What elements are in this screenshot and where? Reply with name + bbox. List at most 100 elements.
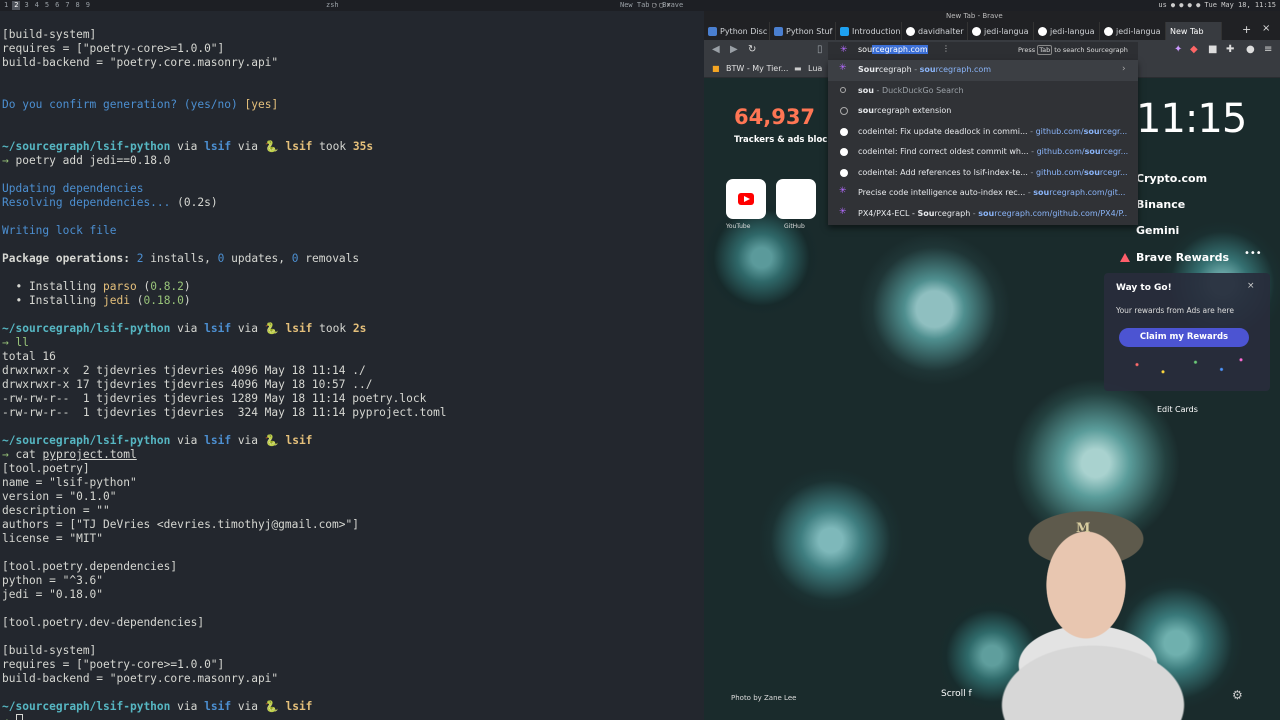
terminal-line: Do you confirm generation? (yes/no) [yes… [2, 98, 447, 112]
omnibox-suggestion[interactable]: ✳ Sourcegraph - sourcegraph.com › [828, 60, 1138, 81]
chevron-right-icon[interactable]: › [1122, 64, 1126, 74]
close-icon[interactable]: ✕ [666, 1, 670, 10]
suggestion-url-part: rcegraph.com/git... [1049, 188, 1126, 197]
suggestion-url-part: rcegr... [1099, 126, 1128, 136]
extensions-puzzle-icon[interactable]: ✚ [1226, 44, 1234, 55]
browser-tab[interactable]: jedi-langua [1100, 22, 1166, 40]
menu-icon[interactable]: ≡ [1264, 44, 1272, 55]
address-bar[interactable]: ✳ sourcegraph.com ⋮ Press Tab to search … [828, 42, 1138, 60]
extension-icon[interactable]: ◆ [1190, 44, 1198, 55]
workspace-3[interactable]: 3 [22, 1, 30, 10]
workspace-5[interactable]: 5 [43, 1, 51, 10]
back-icon[interactable]: ◀ [712, 44, 720, 55]
workspace-8[interactable]: 8 [74, 1, 82, 10]
workspace-1[interactable]: 1 [2, 1, 10, 10]
card-close-button[interactable]: × [1247, 281, 1255, 291]
bookmark-favicon: ■ [712, 64, 720, 73]
suggestion-match: sou [858, 85, 874, 95]
prompt-duration: 2s [352, 322, 367, 335]
rewards-menu-button[interactable]: ••• [1244, 248, 1262, 259]
reload-icon[interactable]: ↻ [748, 44, 756, 55]
browser-tab[interactable]: Python Disc [704, 22, 770, 40]
extension-icon[interactable]: ■ [1208, 44, 1217, 55]
claim-rewards-button[interactable]: Claim my Rewards [1119, 328, 1249, 347]
browser-tab[interactable]: davidhalter [902, 22, 968, 40]
tab-label: jedi-langua [1116, 26, 1161, 36]
prompt-took: took [319, 322, 347, 335]
workspace-9[interactable]: 9 [84, 1, 92, 10]
address-input-text[interactable]: sourcegraph.com [858, 45, 928, 54]
omnibox-suggestion[interactable]: sou - DuckDuckGo Search [828, 81, 1138, 102]
suggestion-separator: - [911, 65, 920, 74]
command-line: → ll [2, 336, 447, 350]
suggestion-separator: - [1027, 167, 1036, 177]
profile-icon[interactable]: ● [1246, 44, 1255, 55]
edit-cards-button[interactable]: Edit Cards [1157, 405, 1198, 414]
bookmark-item[interactable]: Lua [808, 64, 822, 73]
terminal-line: requires = ["poetry-core>=1.0.0"] [2, 658, 225, 671]
omnibox-suggestion[interactable]: codeintel: Find correct oldest commit wh… [828, 142, 1138, 163]
tab-list: Python Disc Python Stuf Introduction davidh… [704, 22, 1222, 40]
command-line: → cat pyproject.toml [2, 448, 447, 462]
clock-icon [840, 107, 848, 115]
command-line[interactable]: → [2, 714, 447, 720]
minimize-icon[interactable]: ▢ [652, 1, 656, 10]
prompt-via: via [237, 434, 259, 447]
omnibox-suggestion[interactable]: ✳ PX4/PX4-ECL - Sourcegraph - sourcegraph… [828, 204, 1138, 225]
browser-tab[interactable]: jedi-langua [968, 22, 1034, 40]
keyboard-layout[interactable]: us [1158, 0, 1166, 10]
prompt-via: via [237, 140, 259, 153]
browser-tab[interactable]: Introduction [836, 22, 902, 40]
rewards-title: Brave Rewards [1136, 251, 1230, 264]
omnibox-suggestion[interactable]: codeintel: Fix update deadlock in commi.… [828, 122, 1138, 143]
github-icon [906, 26, 915, 36]
suggestion-text: codeintel: Fix update deadlock in commi.… [858, 127, 1128, 136]
terminal-line: total 16 [2, 350, 56, 363]
workspace-7[interactable]: 7 [63, 1, 71, 10]
photo-credit[interactable]: Photo by Zane Lee [731, 694, 796, 702]
maximize-icon[interactable]: ▢ [659, 1, 663, 10]
install-pkg: parso [103, 280, 137, 293]
crypto-widget[interactable]: Gemini [1136, 224, 1179, 237]
new-tab-button[interactable]: + [1242, 23, 1251, 36]
suggestion-url-part: sou [1083, 126, 1100, 136]
browser-tab[interactable]: jedi-langua [1034, 22, 1100, 40]
workspace-2[interactable]: 2 [12, 1, 21, 10]
top-site-github[interactable] [776, 179, 816, 219]
omnibox-suggestion[interactable]: sourcegraph extension [828, 101, 1138, 122]
browser-tab[interactable]: Python Stuf [770, 22, 836, 40]
settings-gear-icon[interactable]: ⚙ [1232, 688, 1243, 702]
extension-icon[interactable]: ✦ [1174, 44, 1182, 55]
forward-icon[interactable]: ▶ [730, 44, 738, 55]
crypto-widget[interactable]: Crypto.com [1136, 172, 1207, 185]
install-pkg: jedi [103, 294, 130, 307]
terminal-line: [build-system] [2, 28, 97, 41]
top-site-youtube[interactable] [726, 179, 766, 219]
bookmark-item[interactable]: BTW - My Tier... [726, 64, 788, 73]
browser-tab[interactable]: New Tab [1166, 22, 1222, 40]
kebab-icon[interactable]: ⋮ [942, 44, 950, 53]
omnibox-suggestions: ✳ Sourcegraph - sourcegraph.com › sou - Duc… [828, 60, 1138, 225]
window-close-button[interactable]: × [1262, 23, 1270, 34]
suggestion-url: sourcegraph.com/git... [1033, 188, 1125, 197]
crypto-widget[interactable]: Binance [1136, 198, 1185, 211]
prompt-env: lsif [285, 700, 313, 713]
suggestion-title: cegraph [878, 65, 912, 74]
omnibox-suggestion[interactable]: ✳ Precise code intelligence auto-index re… [828, 183, 1138, 204]
window-controls: ▢ ▢ ✕ [652, 1, 671, 10]
rewards-card: Way to Go! × Your rewards from Ads are h… [1104, 273, 1270, 391]
prompt-via: via [177, 322, 198, 335]
omnibox-suggestion[interactable]: codeintel: Add references to lsif-index-… [828, 163, 1138, 184]
terminal-pane[interactable]: [build-system] requires = ["poetry-core>… [0, 11, 704, 720]
command-text: ll [15, 336, 29, 349]
prompt-path: ~/sourcegraph/lsif-python [2, 140, 171, 153]
bookmark-icon[interactable]: ▯ [817, 44, 823, 55]
github-icon [840, 168, 848, 177]
prompt-arrow: → [2, 154, 9, 167]
workspace-6[interactable]: 6 [53, 1, 61, 10]
workspace-4[interactable]: 4 [33, 1, 41, 10]
